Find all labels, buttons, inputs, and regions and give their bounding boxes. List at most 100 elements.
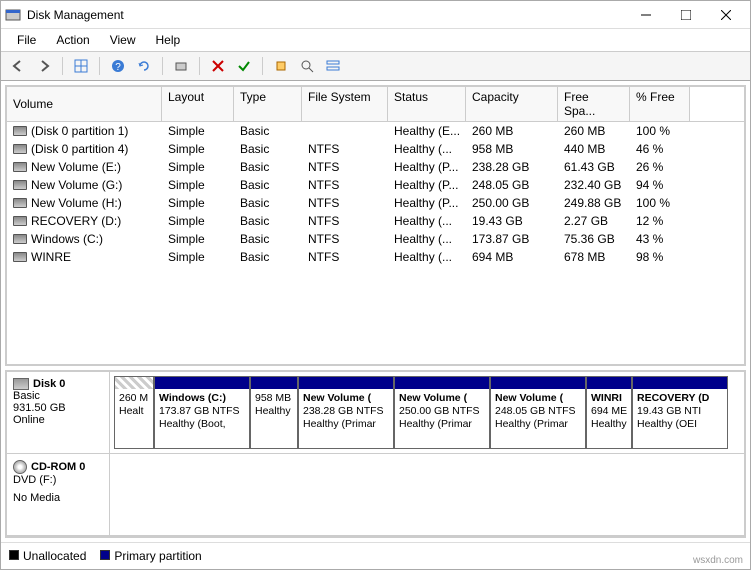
disk-0-type: Basic — [13, 390, 103, 402]
partition-line2: 238.28 GB NTFS — [303, 405, 389, 418]
partition[interactable]: WINRI694 MEHealthy — [586, 376, 632, 449]
partition-line2: 260 M — [119, 392, 149, 405]
partition[interactable]: 958 MBHealthy — [250, 376, 298, 449]
vol-fs: NTFS — [302, 231, 388, 247]
header-free-space[interactable]: Free Spa... — [558, 87, 630, 121]
vol-layout: Simple — [162, 141, 234, 157]
partition-name: RECOVERY (D — [637, 392, 723, 405]
cdrom-name: CD-ROM 0 — [31, 461, 85, 473]
header-pct-free[interactable]: % Free — [630, 87, 690, 121]
partition-bar — [115, 377, 153, 389]
partition[interactable]: 260 MHealt — [114, 376, 154, 449]
toolbar: ? — [1, 51, 750, 81]
rescan-button[interactable] — [170, 55, 192, 77]
vol-capacity: 694 MB — [466, 249, 558, 265]
partition-line2: 958 MB — [255, 392, 293, 405]
separator — [262, 57, 263, 75]
menu-file[interactable]: File — [9, 31, 44, 49]
properties-button[interactable] — [233, 55, 255, 77]
separator — [162, 57, 163, 75]
menu-action[interactable]: Action — [48, 31, 97, 49]
header-status[interactable]: Status — [388, 87, 466, 121]
vol-free: 678 MB — [558, 249, 630, 265]
volume-row[interactable]: Windows (C:)SimpleBasicNTFSHealthy (...1… — [7, 230, 744, 248]
volume-row[interactable]: New Volume (H:)SimpleBasicNTFSHealthy (P… — [7, 194, 744, 212]
vol-layout: Simple — [162, 249, 234, 265]
partition[interactable]: New Volume (248.05 GB NTFSHealthy (Prima… — [490, 376, 586, 449]
partition-name: Windows (C:) — [159, 392, 245, 405]
minimize-button[interactable] — [626, 1, 666, 29]
close-button[interactable] — [706, 1, 746, 29]
header-filesystem[interactable]: File System — [302, 87, 388, 121]
partition-body: New Volume (248.05 GB NTFSHealthy (Prima… — [491, 389, 585, 434]
partition-line3: Healthy (Boot, — [159, 418, 245, 431]
menu-help[interactable]: Help — [148, 31, 189, 49]
disk-0-status: Online — [13, 414, 103, 426]
window-title: Disk Management — [27, 8, 626, 22]
volume-row[interactable]: RECOVERY (D:)SimpleBasicNTFSHealthy (...… — [7, 212, 744, 230]
volume-name: (Disk 0 partition 4) — [31, 142, 128, 156]
partition-body: New Volume (250.00 GB NTFSHealthy (Prima… — [395, 389, 489, 434]
table-view-button[interactable] — [70, 55, 92, 77]
partition-line3: Healthy — [591, 418, 627, 431]
vol-status: Healthy (E... — [388, 123, 466, 139]
search-button[interactable] — [296, 55, 318, 77]
partition-line2: 250.00 GB NTFS — [399, 405, 485, 418]
header-type[interactable]: Type — [234, 87, 302, 121]
vol-pfree: 100 % — [630, 123, 690, 139]
vol-pfree: 94 % — [630, 177, 690, 193]
vol-status: Healthy (... — [388, 213, 466, 229]
volume-list[interactable]: Volume Layout Type File System Status Ca… — [5, 85, 746, 366]
volume-icon — [13, 126, 27, 136]
header-volume[interactable]: Volume — [7, 87, 162, 121]
partition[interactable]: New Volume (238.28 GB NTFSHealthy (Prima… — [298, 376, 394, 449]
volume-row[interactable]: New Volume (G:)SimpleBasicNTFSHealthy (P… — [7, 176, 744, 194]
vol-status: Healthy (... — [388, 231, 466, 247]
volume-row[interactable]: New Volume (E:)SimpleBasicNTFSHealthy (P… — [7, 158, 744, 176]
delete-button[interactable] — [207, 55, 229, 77]
partition-name: New Volume ( — [495, 392, 581, 405]
volume-row[interactable]: WINRESimpleBasicNTFSHealthy (...694 MB67… — [7, 248, 744, 266]
header-capacity[interactable]: Capacity — [466, 87, 558, 121]
disk-row-cdrom[interactable]: CD-ROM 0 DVD (F:) No Media — [7, 454, 744, 536]
partition[interactable]: Windows (C:)173.87 GB NTFSHealthy (Boot, — [154, 376, 250, 449]
vol-pfree: 46 % — [630, 141, 690, 157]
vol-fs: NTFS — [302, 213, 388, 229]
list-button[interactable] — [322, 55, 344, 77]
vol-capacity: 260 MB — [466, 123, 558, 139]
volume-row[interactable]: (Disk 0 partition 4)SimpleBasicNTFSHealt… — [7, 140, 744, 158]
refresh-button[interactable] — [133, 55, 155, 77]
partition-bar — [491, 377, 585, 389]
minimize-icon — [641, 10, 651, 20]
help-button[interactable]: ? — [107, 55, 129, 77]
partition-body: 260 MHealt — [115, 389, 153, 421]
maximize-button[interactable] — [666, 1, 706, 29]
vol-capacity: 958 MB — [466, 141, 558, 157]
vol-layout: Simple — [162, 159, 234, 175]
partition-bar — [395, 377, 489, 389]
grid-icon — [74, 59, 88, 73]
vol-free: 232.40 GB — [558, 177, 630, 193]
partition-line2: 248.05 GB NTFS — [495, 405, 581, 418]
vol-fs: NTFS — [302, 177, 388, 193]
vol-capacity: 238.28 GB — [466, 159, 558, 175]
vol-type: Basic — [234, 249, 302, 265]
menu-view[interactable]: View — [102, 31, 144, 49]
search-icon — [300, 59, 314, 73]
back-button[interactable] — [7, 55, 29, 77]
partition[interactable]: New Volume (250.00 GB NTFSHealthy (Prima… — [394, 376, 490, 449]
volume-row[interactable]: (Disk 0 partition 1)SimpleBasicHealthy (… — [7, 122, 744, 140]
new-volume-button[interactable] — [270, 55, 292, 77]
partition-line3: Healt — [119, 405, 149, 418]
volume-name: New Volume (E:) — [31, 160, 121, 174]
volume-icon — [13, 198, 27, 208]
cdrom-partitions — [110, 454, 744, 535]
close-icon — [721, 10, 731, 20]
partition[interactable]: RECOVERY (D19.43 GB NTIHealthy (OEI — [632, 376, 728, 449]
forward-button[interactable] — [33, 55, 55, 77]
legend: Unallocated Primary partition — [1, 542, 750, 569]
header-layout[interactable]: Layout — [162, 87, 234, 121]
disk-row-0[interactable]: Disk 0 Basic 931.50 GB Online 260 MHealt… — [7, 372, 744, 454]
partition-line3: Healthy (Primar — [495, 418, 581, 431]
vol-layout: Simple — [162, 123, 234, 139]
